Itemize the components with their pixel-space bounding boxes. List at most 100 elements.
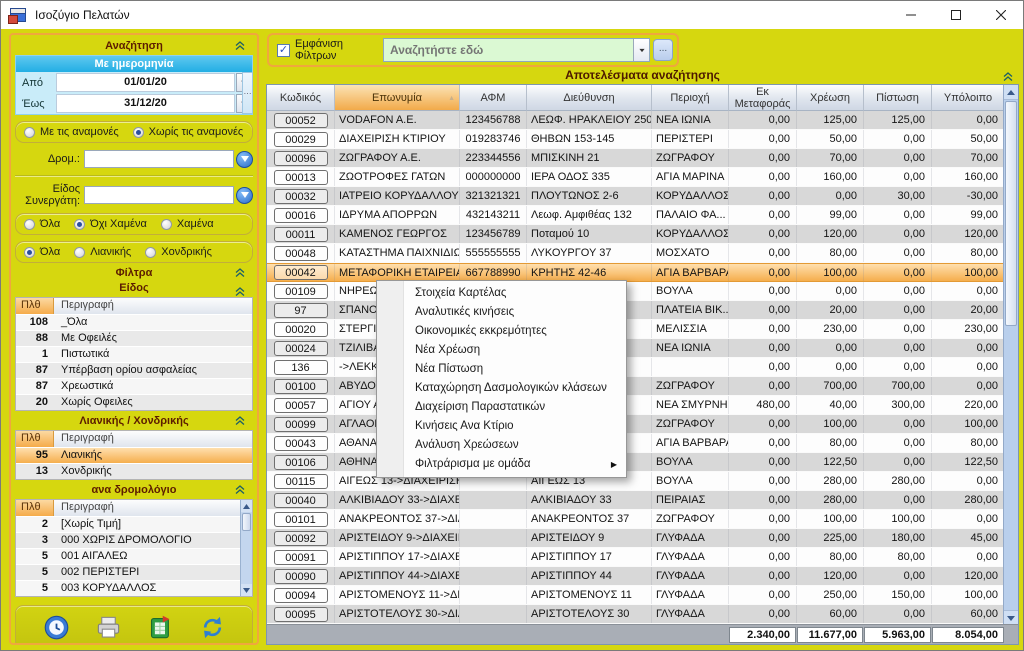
code-button[interactable]: 00011: [274, 227, 328, 242]
description-column-header[interactable]: Περιγραφή: [54, 298, 252, 314]
code-button[interactable]: 00020: [274, 322, 328, 337]
code-button[interactable]: 00048: [274, 246, 328, 261]
table-row[interactable]: 00090ΑΡΙΣΤΙΠΠΟΥ 44->ΔΙΑΧΕΙΡΙΣ...ΑΡΙΣΤΙΠΠ…: [267, 567, 1005, 586]
radio-icon[interactable]: [161, 219, 172, 230]
search-dropdown-icon[interactable]: [633, 39, 649, 61]
description-column-header[interactable]: Περιγραφή: [54, 500, 252, 516]
table-row[interactable]: 00032ΙΑΤΡΕΙΟ ΚΟΡΥΔΑΛΛΟΥ321321321ΠΛΟΥΤΩΝΟ…: [267, 187, 1005, 206]
list-item[interactable]: 3000 ΧΩΡΙΣ ΔΡΟΜΟΛΟΓΙΟ: [16, 532, 252, 548]
collapse-icon[interactable]: [235, 268, 245, 280]
code-button[interactable]: 00092: [274, 531, 328, 546]
code-button[interactable]: 136: [274, 360, 328, 375]
description-column-header[interactable]: Περιγραφή: [54, 431, 252, 447]
code-button[interactable]: 00016: [274, 208, 328, 223]
radio-icon[interactable]: [145, 247, 156, 258]
list-item[interactable]: 87Χρεωστικά: [16, 378, 252, 394]
code-button[interactable]: 00040: [274, 493, 328, 508]
table-row[interactable]: 00048ΚΑΤΑΣΤΗΜΑ ΠΑΙΧΝΙΔΙΩΝ555555555ΛΥΚΟΥΡ…: [267, 244, 1005, 263]
radio-option[interactable]: Όλα: [24, 218, 60, 230]
scroll-thumb[interactable]: [1005, 101, 1017, 326]
route-filter-input[interactable]: [84, 150, 234, 168]
code-button[interactable]: 00106: [274, 455, 328, 470]
show-filters-checkbox[interactable]: ✓: [277, 44, 290, 57]
column-header[interactable]: Πίστωση: [864, 85, 932, 111]
scroll-up-icon[interactable]: [241, 500, 252, 512]
date-from-input[interactable]: 01/01/20: [56, 73, 235, 92]
code-button[interactable]: 00043: [274, 436, 328, 451]
radio-option[interactable]: Χονδρικής: [145, 246, 212, 258]
partner-type-dropdown-icon[interactable]: [236, 187, 253, 204]
list-item[interactable]: 87Υπέρβαση ορίου ασφαλείας: [16, 362, 252, 378]
context-menu-item[interactable]: Ανάλυση Χρεώσεων: [377, 436, 626, 455]
radio-icon[interactable]: [74, 219, 85, 230]
code-button[interactable]: 00095: [274, 607, 328, 622]
code-button[interactable]: 00029: [274, 132, 328, 147]
table-row[interactable]: 00094ΑΡΙΣΤΟΜΕΝΟΥΣ 11->ΔΙΑΧΕ...ΑΡΙΣΤΟΜΕΝΟ…: [267, 586, 1005, 605]
collapse-icon[interactable]: [235, 287, 245, 299]
count-column-header[interactable]: Πλθ: [16, 298, 54, 314]
route-header[interactable]: ανα δρομολόγιο: [15, 480, 253, 499]
collapse-icon[interactable]: [235, 416, 245, 428]
scroll-down-icon[interactable]: [241, 584, 252, 596]
list-item[interactable]: 88Με Οφειλές: [16, 330, 252, 346]
maximize-button[interactable]: [933, 1, 978, 29]
table-row[interactable]: 00040ΑΛΚΙΒΙΑΔΟΥ 33->ΔΙΑΧΕΙΡΙΣ...ΑΛΚΙΒΙΑΔ…: [267, 491, 1005, 510]
list-item[interactable]: 20Χωρίς Οφειλες: [16, 394, 252, 410]
table-row[interactable]: 00052VODAFON A.E.123456788ΛΕΩΦ. ΗΡΑΚΛΕΙΟ…: [267, 111, 1005, 130]
radio-icon[interactable]: [74, 247, 85, 258]
code-button[interactable]: 00024: [274, 341, 328, 356]
code-button[interactable]: 00091: [274, 550, 328, 565]
column-header[interactable]: ΑΦΜ: [460, 85, 527, 111]
code-button[interactable]: 97: [274, 303, 328, 318]
date-to-input[interactable]: 31/12/20: [56, 94, 235, 113]
export-icon[interactable]: [145, 612, 175, 642]
eidos-header[interactable]: Είδος: [15, 282, 253, 297]
refresh-icon[interactable]: [197, 612, 227, 642]
retail-header[interactable]: Λιανικής / Χονδρικής: [15, 411, 253, 430]
route-dropdown-icon[interactable]: [236, 151, 253, 168]
column-header[interactable]: Χρέωση: [797, 85, 864, 111]
table-row[interactable]: 00016ΙΔΡΥΜΑ ΑΠΟΡΡΩΝ432143211Λεωφ. Αμφιθέ…: [267, 206, 1005, 225]
code-button[interactable]: 00042: [274, 265, 328, 280]
code-button[interactable]: 00013: [274, 170, 328, 185]
table-row[interactable]: 00013ΖΩΟΤΡΟΦΕΣ ΓΑΤΩΝ000000000ΙΕΡΑ ΟΔΟΣ 3…: [267, 168, 1005, 187]
collapse-icon[interactable]: [235, 485, 245, 497]
radio-option[interactable]: Όχι Χαμένα: [74, 218, 147, 230]
column-header[interactable]: Επωνυμία▲: [335, 85, 460, 111]
scroll-down-icon[interactable]: [1004, 610, 1018, 625]
context-menu-item[interactable]: Καταχώρηση Δασμολογικών κλάσεων: [377, 379, 626, 398]
column-header[interactable]: Υπόλοιπο: [932, 85, 1005, 111]
context-menu-item[interactable]: Νέα Πίστωση: [377, 360, 626, 379]
context-menu-item[interactable]: Αναλυτικές κινήσεις: [377, 303, 626, 322]
context-menu-item[interactable]: Οικονομικές εκκρεμότητες: [377, 322, 626, 341]
search-panel-header[interactable]: Αναζήτηση: [15, 36, 253, 55]
scroll-up-icon[interactable]: [1004, 85, 1018, 100]
list-item[interactable]: 1Πιστωτικά: [16, 346, 252, 362]
code-button[interactable]: 00052: [274, 113, 328, 128]
radio-option[interactable]: Όλα: [24, 246, 60, 258]
table-row[interactable]: 00091ΑΡΙΣΤΙΠΠΟΥ 17->ΔΙΑΧΕΙΡΙΣ...ΑΡΙΣΤΙΠΠ…: [267, 548, 1005, 567]
code-button[interactable]: 00099: [274, 417, 328, 432]
minimize-button[interactable]: [888, 1, 933, 29]
radio-option[interactable]: Χωρίς τις αναμονές: [133, 126, 244, 138]
radio-icon[interactable]: [133, 127, 144, 138]
radio-option[interactable]: Χαμένα: [161, 218, 214, 230]
column-header[interactable]: Διεύθυνση: [527, 85, 652, 111]
collapse-icon[interactable]: [235, 41, 245, 53]
context-menu-item[interactable]: Διαχείριση Παραστατικών: [377, 398, 626, 417]
table-row[interactable]: 00095ΑΡΙΣΤΟΤΕΛΟΥΣ 30->ΔΙΑΧΕΙ...ΑΡΙΣΤΟΤΕΛ…: [267, 605, 1005, 624]
search-more-button[interactable]: ...: [653, 39, 673, 61]
code-button[interactable]: 00096: [274, 151, 328, 166]
search-input[interactable]: [384, 39, 633, 61]
list-item[interactable]: 5003 ΚΟΡΥΔΑΛΛΟΣ: [16, 580, 252, 596]
close-button[interactable]: [978, 1, 1023, 29]
date-range-expander[interactable]: ⋯: [242, 72, 253, 114]
radio-icon[interactable]: [24, 247, 35, 258]
route-list-scrollbar[interactable]: [240, 500, 252, 596]
table-scrollbar[interactable]: [1003, 85, 1018, 625]
printer-icon[interactable]: [93, 612, 123, 642]
table-row[interactable]: 00092ΑΡΙΣΤΕΙΔΟΥ 9->ΔΙΑΧΕΙΡΙΣΗ...ΑΡΙΣΤΕΙΔ…: [267, 529, 1005, 548]
code-button[interactable]: 00090: [274, 569, 328, 584]
column-header[interactable]: Εκ Μεταφοράς: [729, 85, 797, 111]
context-menu-item[interactable]: Φιλτράρισμα με ομάδα▶: [377, 455, 626, 474]
